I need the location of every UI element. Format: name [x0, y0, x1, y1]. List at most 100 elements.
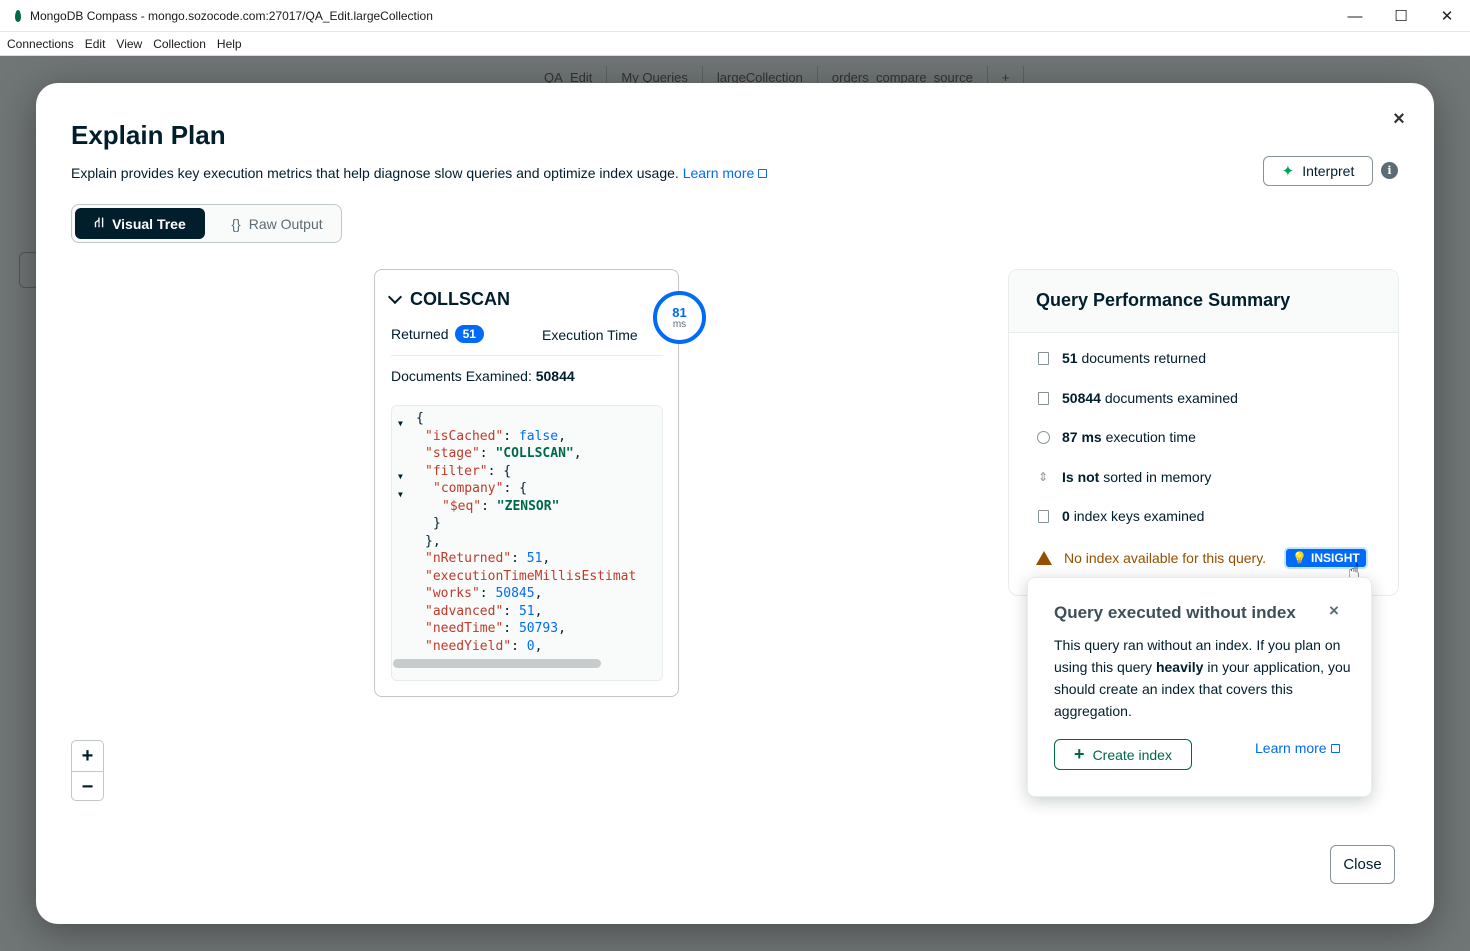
create-index-label: Create index: [1092, 746, 1172, 763]
visual-tree-tab[interactable]: ⛙ Visual Tree: [75, 208, 205, 239]
summary-warning-text: No index available for this query.: [1064, 550, 1267, 566]
json-line: "needTime": 50793,: [425, 621, 566, 636]
close-button[interactable]: Close: [1330, 845, 1395, 884]
lightbulb-icon: 💡: [1292, 551, 1308, 565]
json-line: {: [416, 411, 424, 426]
summary-sorted-text: sorted in memory: [1103, 469, 1212, 485]
index-keys-icon: [1036, 509, 1050, 523]
stage-json-viewer[interactable]: ▼ { "isCached": false, "stage": "COLLSCA…: [391, 405, 663, 681]
clock-icon: [1036, 430, 1050, 444]
external-link-icon: [1330, 744, 1340, 753]
json-line: "advanced": 51,: [425, 604, 543, 619]
returned-label: Returned: [391, 326, 449, 342]
docs-examined-row: Documents Examined: 50844: [391, 368, 575, 384]
zoom-in-button[interactable]: +: [72, 741, 103, 771]
stage-header[interactable]: COLLSCAN: [387, 289, 510, 310]
execution-time-value: 81: [672, 304, 687, 320]
window-titlebar: MongoDB Compass - mongo.sozocode.com:270…: [0, 0, 1470, 32]
json-line: "nReturned": 51,: [425, 551, 551, 566]
interpret-button[interactable]: ✦ Interpret: [1263, 156, 1373, 186]
popover-body-bold: heavily: [1155, 659, 1204, 675]
window-title: MongoDB Compass - mongo.sozocode.com:270…: [30, 8, 433, 23]
docs-examined-label: Documents Examined:: [391, 368, 532, 384]
execution-time-unit: ms: [672, 318, 687, 330]
documents-icon: [1036, 351, 1050, 365]
json-line: "filter": {: [425, 464, 512, 479]
menu-edit[interactable]: Edit: [85, 37, 106, 51]
window-controls: — ☐ ✕: [1332, 0, 1470, 32]
summary-sorted-row: ⇕ Is not sorted in memory: [1036, 469, 1211, 485]
interpret-label: Interpret: [1302, 163, 1355, 179]
json-line: "works": 50845,: [425, 586, 543, 601]
json-line: },: [425, 534, 441, 549]
summary-warning-row: No index available for this query. 💡 INSI…: [1036, 547, 1368, 569]
visual-tree-label: Visual Tree: [112, 215, 186, 232]
learn-more-label: Learn more: [682, 165, 755, 181]
stage-name: COLLSCAN: [410, 289, 510, 309]
modal-description: Explain provides key execution metrics t…: [71, 165, 768, 181]
summary-title: Query Performance Summary: [1036, 290, 1291, 310]
summary-exec-text: execution time: [1105, 429, 1196, 445]
summary-keys-value: 0: [1062, 508, 1070, 524]
zoom-controls: + −: [71, 740, 104, 801]
json-line: "company": {: [433, 481, 527, 496]
modal-close-icon[interactable]: ×: [1388, 108, 1410, 130]
sparkle-icon: ✦: [1281, 163, 1295, 180]
summary-returned-value: 51: [1062, 350, 1078, 366]
popover-learn-more-link[interactable]: Learn more: [1255, 740, 1340, 756]
description-text: Explain provides key execution metrics t…: [71, 165, 679, 181]
popover-body: This query ran without an index. If you …: [1054, 634, 1354, 722]
menu-connections[interactable]: Connections: [7, 37, 74, 51]
returned-row: Returned 51: [391, 325, 484, 343]
chevron-down-icon: [387, 289, 403, 304]
collapse-arrow-icon[interactable]: ▼: [398, 486, 403, 504]
docs-examined-value: 50844: [535, 368, 575, 384]
summary-keys-row: 0 index keys examined: [1036, 508, 1204, 524]
raw-output-tab[interactable]: {} Raw Output: [217, 208, 337, 239]
summary-exec-row: 87 ms execution time: [1036, 429, 1196, 445]
json-line: "executionTimeMillisEstimat: [425, 569, 637, 584]
horizontal-scrollbar[interactable]: [393, 659, 601, 668]
summary-examined-text: documents examined: [1104, 390, 1238, 406]
collapse-arrow-icon[interactable]: ▼: [398, 468, 403, 486]
summary-returned-row: 51 documents returned: [1036, 350, 1206, 366]
json-line: "$eq": "ZENSOR": [442, 499, 560, 514]
zoom-out-button[interactable]: −: [72, 772, 103, 802]
info-icon[interactable]: i: [1381, 162, 1398, 179]
raw-output-label: Raw Output: [248, 215, 323, 232]
summary-examined-row: 50844 documents examined: [1036, 390, 1238, 406]
mongodb-leaf-icon: [15, 9, 21, 22]
summary-exec-value: 87 ms: [1062, 429, 1102, 445]
popover-close-icon[interactable]: ×: [1329, 601, 1339, 621]
json-line: "stage": "COLLSCAN",: [425, 446, 582, 461]
document-search-icon: [1036, 391, 1050, 405]
collapse-arrow-icon[interactable]: ▼: [398, 415, 403, 433]
execution-time-label: Execution Time: [542, 327, 638, 343]
maximize-button[interactable]: ☐: [1378, 0, 1424, 32]
menu-collection[interactable]: Collection: [153, 37, 206, 51]
learn-more-link[interactable]: Learn more: [683, 165, 768, 181]
create-index-button[interactable]: + Create index: [1054, 739, 1192, 770]
summary-examined-value: 50844: [1062, 390, 1101, 406]
menu-bar: Connections Edit View Collection Help: [0, 32, 1470, 56]
external-link-icon: [758, 169, 768, 178]
stage-divider: [391, 355, 663, 356]
modal-title: Explain Plan: [71, 120, 226, 150]
summary-returned-text: documents returned: [1081, 350, 1206, 366]
window-close-button[interactable]: ✕: [1424, 0, 1470, 32]
plus-icon: +: [1074, 744, 1085, 764]
view-toggle: ⛙ Visual Tree {} Raw Output: [71, 204, 342, 243]
json-line: "needYield": 0,: [425, 639, 543, 654]
json-line: }: [433, 516, 441, 531]
execution-time-indicator: 81 ms: [653, 291, 706, 344]
tree-icon: ⛙: [94, 214, 105, 230]
summary-keys-text: index keys examined: [1073, 508, 1205, 524]
menu-help[interactable]: Help: [217, 37, 242, 51]
sort-icon: ⇕: [1037, 470, 1049, 484]
menu-view[interactable]: View: [116, 37, 142, 51]
warning-icon: [1036, 551, 1052, 565]
minimize-button[interactable]: —: [1332, 0, 1378, 32]
json-line: "isCached": false,: [425, 429, 566, 444]
braces-icon: {}: [231, 215, 241, 232]
summary-sorted-value: Is not: [1062, 469, 1100, 485]
